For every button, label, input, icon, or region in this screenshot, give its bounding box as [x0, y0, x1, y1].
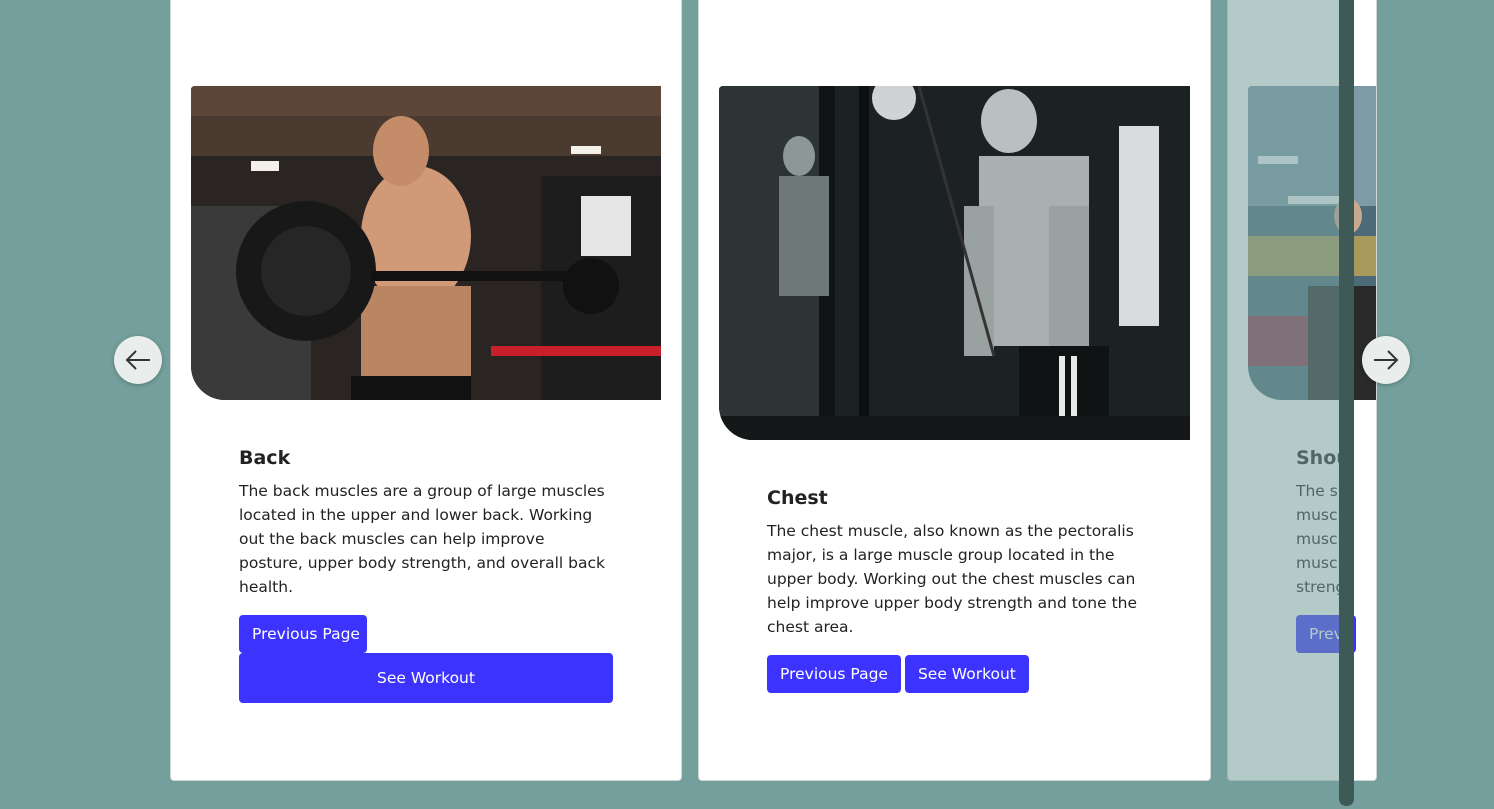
see-workout-button[interactable]: See Workout: [239, 653, 613, 703]
back-workout-photo: [191, 86, 661, 400]
card-title: Shou: [1296, 447, 1350, 469]
card-back: Back The back muscles are a group of lar…: [170, 0, 682, 781]
card-description: The chest muscle, also known as the pect…: [767, 522, 1138, 636]
carousel-next-button[interactable]: [1362, 336, 1410, 384]
card-back-body: Back The back muscles are a group of lar…: [239, 445, 613, 703]
description-line: muscl: [1296, 530, 1342, 548]
card-title: Chest: [767, 487, 828, 509]
see-workout-button[interactable]: See Workout: [904, 655, 1029, 693]
description-line: muscl: [1296, 554, 1342, 572]
shoulders-workout-photo: [1248, 86, 1376, 400]
arrow-right-icon: [1374, 350, 1399, 370]
card-shoulders-body: Shou The sh muscl muscl muscl streng Pre…: [1296, 445, 1376, 653]
card-description: The back muscles are a group of large mu…: [239, 482, 605, 596]
description-line: muscl: [1296, 506, 1342, 524]
scrollbar[interactable]: [1339, 0, 1354, 806]
arrow-left-icon: [125, 350, 150, 370]
previous-page-button[interactable]: Previous Page: [767, 655, 901, 693]
card-shoulders: Shou The sh muscl muscl muscl streng Pre…: [1227, 0, 1377, 781]
card-chest-body: Chest The chest muscle, also known as th…: [767, 485, 1139, 693]
previous-page-button[interactable]: Previous Page: [239, 615, 367, 653]
card-chest: Chest The chest muscle, also known as th…: [698, 0, 1211, 781]
carousel-prev-button[interactable]: [114, 336, 162, 384]
chest-workout-photo: [719, 86, 1190, 440]
card-description: The sh muscl muscl muscl streng: [1296, 479, 1376, 599]
description-line: streng: [1296, 578, 1346, 596]
card-title: Back: [239, 447, 291, 469]
